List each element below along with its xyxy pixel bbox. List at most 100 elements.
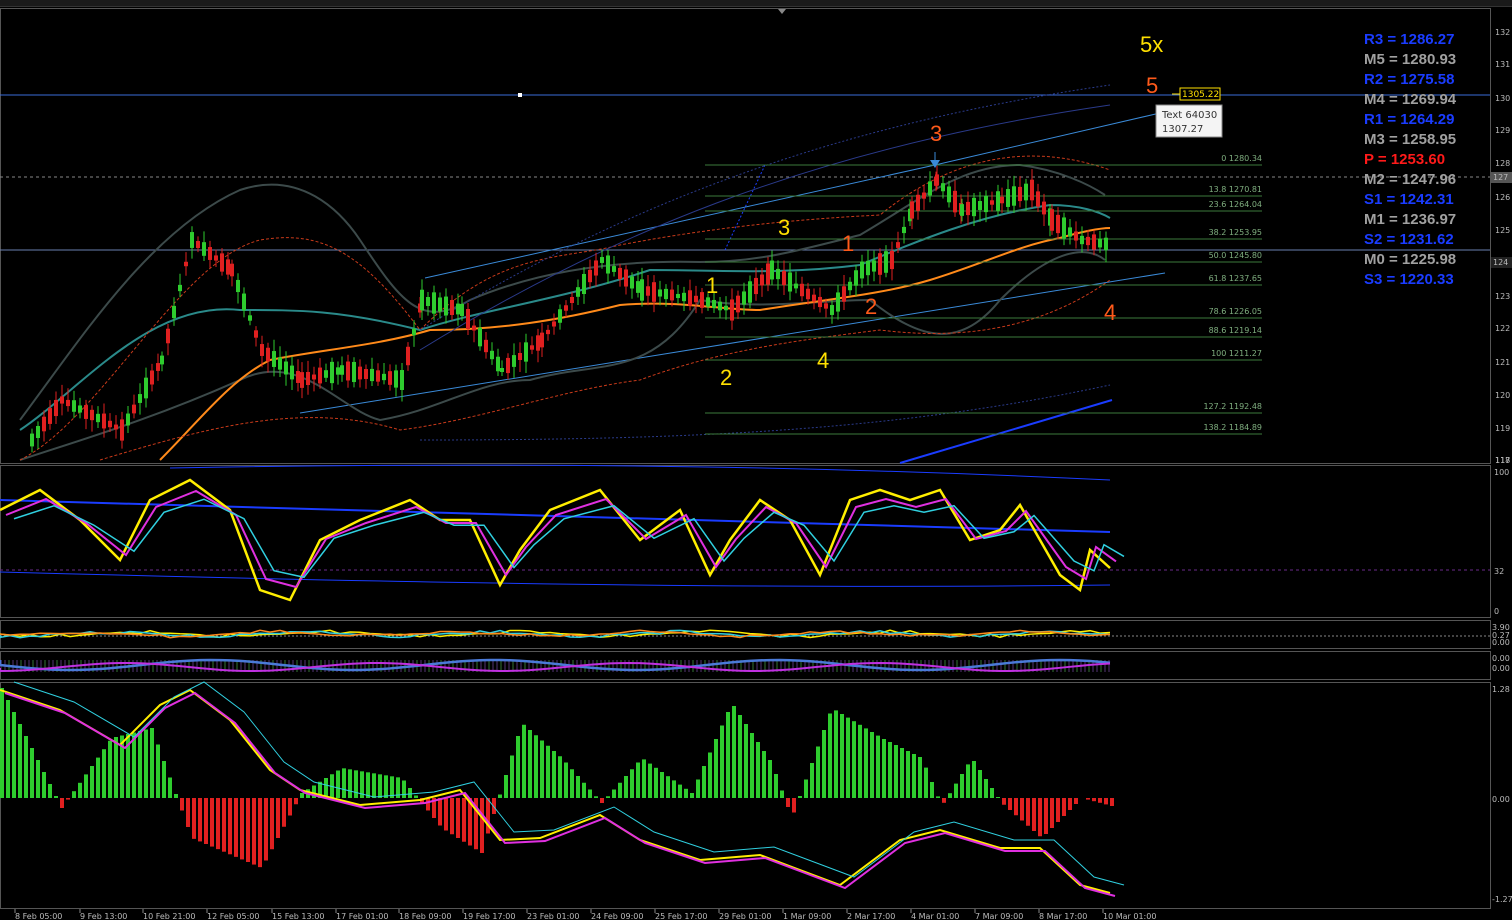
macd-bar (270, 798, 274, 850)
candle-body (272, 351, 276, 367)
candle-body (878, 253, 882, 275)
time-axis[interactable]: 8 Feb 05:00 9 Feb 13:00 10 Feb 21:00 12 Feb… (14, 909, 1156, 920)
macd-bar (978, 770, 982, 798)
candle-body (842, 286, 846, 302)
macd-bar (966, 764, 970, 798)
candle-body (990, 200, 994, 205)
pivot-label: R3 = 1286.27 (1364, 31, 1455, 48)
candle-body (214, 255, 218, 261)
line-anchor[interactable] (518, 93, 522, 97)
macd-bar (72, 791, 76, 798)
price-axis-label: 121 (1495, 358, 1510, 367)
candle-body (108, 420, 112, 428)
macd-bar (528, 730, 532, 798)
osc3-bar (1064, 660, 1066, 672)
macd-bar (516, 736, 520, 798)
macd-bar (1086, 798, 1090, 800)
macd-bar (534, 735, 538, 798)
time-axis-label: 12 Feb 05:00 (207, 912, 259, 920)
macd-bar (642, 759, 646, 798)
macd-bar (582, 782, 586, 798)
price-pane[interactable] (0, 8, 1491, 464)
trendline[interactable] (899, 399, 1113, 464)
candle-body (824, 303, 828, 309)
time-axis-label: 2 Mar 17:00 (847, 912, 895, 920)
osc3-bar (1052, 660, 1054, 672)
candle-body (472, 325, 476, 331)
osc3-bar (552, 660, 554, 672)
macd-bar (954, 783, 958, 798)
macd-bar (750, 733, 754, 798)
candle-body (102, 413, 106, 429)
fib-level-label: 23.6 1264.04 (1209, 200, 1262, 209)
macd-bar (510, 755, 514, 798)
candle-body (300, 372, 304, 388)
candle-body (1000, 196, 1004, 204)
macd-bar (414, 795, 418, 798)
pivot-label: R1 = 1264.29 (1364, 111, 1455, 128)
macd-bar (36, 760, 40, 798)
pivot-label: R2 = 1275.58 (1364, 71, 1455, 88)
osc3-bar (112, 660, 114, 672)
candle-body (512, 355, 516, 367)
time-axis-label: 7 Mar 09:00 (975, 912, 1023, 920)
macd-bar (756, 742, 760, 798)
macd-bar (462, 798, 466, 842)
macd-bar (438, 798, 442, 826)
candle-body (1092, 234, 1096, 250)
candle-body (1036, 191, 1040, 207)
macd-bar (708, 752, 712, 798)
osc3-bar (588, 660, 590, 672)
osc2-label-zero: 0.00 (1492, 638, 1510, 647)
trading-chart[interactable]: 0 1280.34 13.8 1270.81 23.6 1264.04 38.2 12… (0, 0, 1512, 920)
macd-bar (828, 713, 832, 798)
pivot-label: M5 = 1280.93 (1364, 51, 1456, 68)
candle-body (848, 281, 852, 291)
scroll-marker-icon[interactable] (778, 9, 786, 14)
price-axis-label: 130 (1495, 94, 1510, 103)
macd-bar (636, 762, 640, 798)
macd-bar (870, 732, 874, 798)
candle-body (420, 289, 424, 311)
candle-body (576, 287, 580, 297)
pivot-label: M0 = 1225.98 (1364, 251, 1456, 268)
candle-body (582, 273, 586, 295)
macd-bar (804, 779, 808, 798)
osc3-bar (392, 660, 394, 672)
macd-bar (1056, 798, 1060, 822)
candle-body (358, 366, 362, 380)
osc3-bar (596, 660, 598, 672)
trendline[interactable] (934, 112, 1161, 166)
fibonacci-retracement[interactable]: 0 1280.34 13.8 1270.81 23.6 1264.04 38.2 12… (705, 154, 1262, 435)
price-axis[interactable]: 132 131 130 129 128 126 125 124 123 122 121 120 119 1… (1495, 28, 1510, 465)
macd-bar (108, 740, 112, 798)
macd-bar (426, 798, 430, 811)
macd-bar (540, 740, 544, 798)
osc3-bar (384, 660, 386, 672)
macd-bar (66, 798, 70, 800)
candle-body (138, 394, 142, 403)
price-axis-label: 132 (1495, 28, 1510, 37)
osc3-bar (144, 660, 146, 672)
candle-body (1056, 214, 1060, 234)
macd-bar (240, 798, 244, 860)
macd-bar (612, 789, 616, 798)
tooltip-line-2: 1307.27 (1162, 124, 1203, 135)
candle-body (496, 356, 500, 372)
candle-body (742, 291, 746, 305)
oscillator-pane-1[interactable] (0, 465, 1491, 618)
candle-body (866, 260, 870, 276)
osc3-bar (840, 660, 842, 672)
osc3-bar (960, 660, 962, 672)
candle-body (618, 267, 622, 280)
candle-body (536, 335, 540, 351)
candle-body (312, 374, 316, 380)
wave-label: 5 (1146, 73, 1158, 98)
macd-bar (522, 724, 526, 798)
price-axis-label: 117 (1495, 456, 1510, 465)
candle-body (941, 183, 945, 192)
pivot-levels: R3 = 1286.27 M5 = 1280.93 R2 = 1275.58 M4 =… (1364, 31, 1457, 288)
candle-body (364, 369, 368, 379)
candle-body (1062, 217, 1066, 239)
macd-bar (162, 761, 166, 798)
